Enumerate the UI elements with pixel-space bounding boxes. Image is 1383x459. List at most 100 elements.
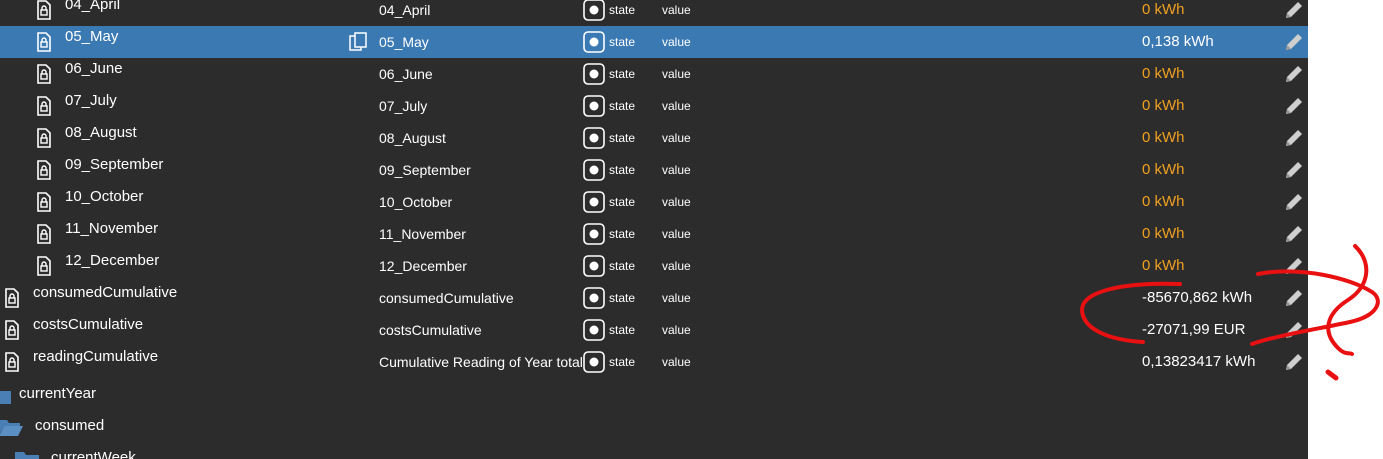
tree-row-costs-cumulative[interactable]: costsCumulative costsCumulative state va…: [0, 314, 1308, 346]
pencil-icon[interactable]: [1283, 63, 1305, 85]
tree-row-type: value: [662, 259, 691, 273]
tree-row-type: value: [662, 35, 691, 49]
tree-row-type: value: [662, 195, 691, 209]
tree-row-04-april[interactable]: 04_April 04_April state value 0 kWh: [0, 0, 1308, 26]
tree-row-value[interactable]: 0 kWh: [1142, 218, 1185, 250]
tree-row-value[interactable]: 0 kWh: [1142, 90, 1185, 122]
state-role-icon: [583, 159, 605, 181]
tree-row-display-name: 12_December: [379, 258, 467, 274]
copy-icon[interactable]: [348, 31, 370, 53]
tree-row-type: value: [662, 355, 691, 369]
file-lock-icon: [5, 352, 19, 372]
tree-row-10-october[interactable]: 10_October 10_October state value 0 kWh: [0, 186, 1308, 218]
tree-row-role: state: [609, 227, 636, 241]
tree-row-value[interactable]: 0,138 kWh: [1142, 26, 1214, 58]
tree-row-name: 04_April: [65, 0, 121, 13]
tree-row-role: state: [609, 35, 636, 49]
file-lock-icon: [37, 160, 51, 180]
tree-row-type: value: [662, 3, 691, 17]
tree-row-name: costsCumulative: [33, 316, 144, 333]
tree-row-name: readingCumulative: [33, 348, 159, 365]
pencil-icon[interactable]: [1283, 159, 1305, 181]
pencil-icon[interactable]: [1283, 255, 1305, 277]
tree-row-display-name: 10_October: [379, 194, 453, 210]
pencil-icon[interactable]: [1283, 191, 1305, 213]
state-role-icon: [583, 95, 605, 117]
tree-row-value[interactable]: -85670,862 kWh: [1142, 282, 1252, 314]
pencil-icon[interactable]: [1283, 0, 1305, 21]
tree-row-display-name: 08_August: [379, 130, 446, 146]
tree-row-value[interactable]: 0 kWh: [1142, 58, 1185, 90]
tree-row-07-july[interactable]: 07_July 07_July state value 0 kWh: [0, 90, 1308, 122]
tree-row-type: value: [662, 67, 691, 81]
tree-row-display-name: 04_April: [379, 2, 431, 18]
tree-row-display-name: costsCumulative: [379, 322, 482, 338]
folder-icon: [15, 452, 39, 459]
tree-row-06-june[interactable]: 06_June 06_June state value 0 kWh: [0, 58, 1308, 90]
tree-folder-label: currentWeek: [51, 449, 136, 459]
tree-folder-consumed[interactable]: consumed: [0, 410, 1308, 442]
file-lock-icon: [37, 224, 51, 244]
pencil-icon[interactable]: [1283, 223, 1305, 245]
tree-row-display-name: Cumulative Reading of Year total: [379, 354, 583, 370]
tree-row-display-name: consumedCumulative: [379, 290, 514, 306]
tree-row-type: value: [662, 227, 691, 241]
file-lock-icon: [37, 32, 51, 52]
tree-folder-current-year[interactable]: currentYear: [0, 378, 1308, 410]
file-lock-icon: [5, 288, 19, 308]
tree-row-value[interactable]: 0 kWh: [1142, 122, 1185, 154]
pencil-icon[interactable]: [1283, 95, 1305, 117]
tree-folder-label: consumed: [35, 417, 105, 434]
tree-row-role: state: [609, 323, 636, 337]
tree-row-name: 10_October: [65, 188, 144, 205]
folder-open-icon: [0, 420, 23, 436]
state-role-icon: [583, 31, 605, 53]
file-lock-icon: [37, 128, 51, 148]
tree-row-display-name: 07_July: [379, 98, 428, 114]
state-role-icon: [583, 127, 605, 149]
tree-row-name: consumedCumulative: [33, 284, 178, 301]
tree-row-display-name: 09_September: [379, 162, 471, 178]
tree-row-display-name: 11_November: [379, 226, 466, 242]
tree-row-role: state: [609, 195, 636, 209]
tree-row-05-may[interactable]: 05_May 05_May state value 0,138 kWh: [0, 26, 1308, 58]
tree-row-09-september[interactable]: 09_September 09_September state value 0 …: [0, 154, 1308, 186]
tree-row-role: state: [609, 3, 636, 17]
pencil-icon[interactable]: [1283, 127, 1305, 149]
tree-row-role: state: [609, 291, 636, 305]
tree-row-08-august[interactable]: 08_August 08_August state value 0 kWh: [0, 122, 1308, 154]
file-lock-icon: [37, 64, 51, 84]
pencil-icon[interactable]: [1283, 287, 1305, 309]
state-role-icon: [583, 63, 605, 85]
tree-row-type: value: [662, 163, 691, 177]
state-role-icon: [583, 223, 605, 245]
tree-row-role: state: [609, 259, 636, 273]
tree-row-12-december[interactable]: 12_December 12_December state value 0 kW…: [0, 250, 1308, 282]
tree-row-role: state: [609, 67, 636, 81]
tree-row-type: value: [662, 131, 691, 145]
file-lock-icon: [37, 256, 51, 276]
state-role-icon: [583, 351, 605, 373]
tree-row-value[interactable]: 0,13823417 kWh: [1142, 346, 1255, 378]
tree-row-reading-cumulative[interactable]: readingCumulative Cumulative Reading of …: [0, 346, 1308, 378]
tree-row-value[interactable]: 0 kWh: [1142, 0, 1185, 26]
tree-row-role: state: [609, 355, 636, 369]
tree-row-type: value: [662, 323, 691, 337]
tree-folder-current-week[interactable]: currentWeek: [0, 442, 1308, 459]
pencil-icon[interactable]: [1283, 351, 1305, 373]
tree-row-value[interactable]: 0 kWh: [1142, 250, 1185, 282]
tree-row-11-november[interactable]: 11_November 11_November state value 0 kW…: [0, 218, 1308, 250]
file-lock-icon: [37, 192, 51, 212]
pencil-icon[interactable]: [1283, 31, 1305, 53]
tree-row-name: 12_December: [65, 252, 160, 269]
tree-row-role: state: [609, 99, 636, 113]
tree-row-value[interactable]: 0 kWh: [1142, 154, 1185, 186]
state-role-icon: [583, 191, 605, 213]
pencil-icon[interactable]: [1283, 319, 1305, 341]
tree-row-consumed-cumulative[interactable]: consumedCumulative consumedCumulative st…: [0, 282, 1308, 314]
state-role-icon: [583, 319, 605, 341]
tree-row-value[interactable]: -27071,99 EUR: [1142, 314, 1245, 346]
tree-row-type: value: [662, 99, 691, 113]
tree-row-value[interactable]: 0 kWh: [1142, 186, 1185, 218]
file-lock-icon: [5, 320, 19, 340]
